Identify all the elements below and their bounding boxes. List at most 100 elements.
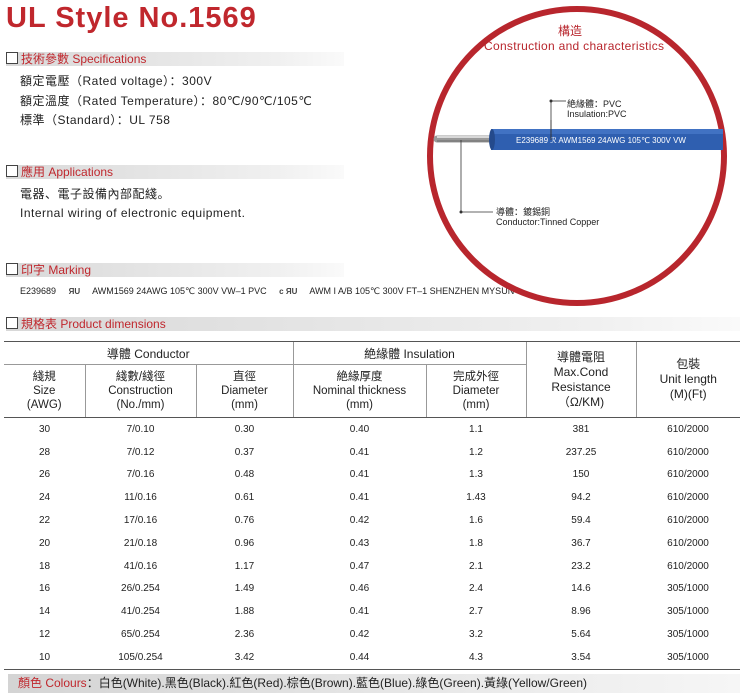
table-cell: 41/0.254 xyxy=(121,606,160,618)
table-cell: 0.76 xyxy=(234,515,255,527)
colours-row: 顏色 Colours：白色(White).黑色(Black).紅色(Red).棕… xyxy=(8,674,740,693)
section-title-dimensions: 規格表 Product dimensions xyxy=(21,317,166,331)
marking-text: E239689 ЯU AWM1569 24AWG 105℃ 300V VW–1 … xyxy=(20,286,514,297)
table-row: 14 41/0.254 1.88 0.41 2.7 8.96 305/1000 xyxy=(4,600,740,623)
spec-voltage: 額定電壓（Rated voltage）：300V xyxy=(20,74,213,88)
insulation-leader xyxy=(549,99,566,140)
table-cell: 237.25 xyxy=(565,446,597,458)
insulation-label-cn: 絶緣體：PVC xyxy=(567,99,622,109)
table-cell: 305/1000 xyxy=(636,645,740,670)
table-cell: 305/1000 xyxy=(667,583,709,595)
table-cell: 1.17 xyxy=(234,560,255,572)
table-cell: 10 xyxy=(4,645,85,670)
table-cell: 0.40 xyxy=(349,423,370,435)
table-cell: 0.41 xyxy=(349,606,370,618)
table-cell: 4.3 xyxy=(426,645,526,670)
table-cell: 14 xyxy=(38,606,51,618)
table-cell: 0.30 xyxy=(234,423,255,435)
table-cell: 0.48 xyxy=(234,469,255,481)
table-cell: 305/1000 xyxy=(667,629,709,641)
header-diameter: 直徑 Diameter (mm) xyxy=(195,364,293,418)
conductor-label-cn: 導體：鍍錫銅 xyxy=(496,207,551,217)
table-row: 20 21/0.18 0.96 0.43 1.8 36.7 610/2000 xyxy=(4,532,740,555)
table-cell: 3.54 xyxy=(526,645,636,670)
applications-cn: 電器、電子設備內部配綫。 xyxy=(20,187,171,201)
table-cell: 0.46 xyxy=(349,583,370,595)
table-cell: 7/0.12 xyxy=(126,446,155,458)
section-checkbox-icon xyxy=(6,263,18,275)
table-cell: 0.42 xyxy=(349,515,370,527)
table-cell: 5.64 xyxy=(571,629,591,641)
table-cell: 610/2000 xyxy=(667,423,709,435)
section-checkbox-icon xyxy=(6,165,18,177)
table-cell: 26 xyxy=(38,469,51,481)
table-row: 30 7/0.10 0.30 0.40 1.1 381 610/2000 xyxy=(4,418,740,441)
marking-part2: AWM1569 24AWG 105℃ 300V VW–1 PVC xyxy=(92,286,267,296)
header-construction: 綫數/綫徑 Construction (No./mm) xyxy=(84,364,196,418)
table-cell: 2.4 xyxy=(469,583,483,595)
table-cell: 3.2 xyxy=(469,629,483,641)
table-cell: 30 xyxy=(38,423,51,435)
spec-standard: 標準（Standard）：UL 758 xyxy=(20,113,171,127)
spec-temperature: 額定溫度（Rated Temperature）：80℃/90℃/105℃ xyxy=(20,94,313,108)
table-cell: 610/2000 xyxy=(667,560,709,572)
table-cell: 610/2000 xyxy=(667,537,709,549)
table-cell: 22 xyxy=(38,515,51,527)
header-unit-length: 包裝 Unit length (M)(Ft) xyxy=(635,341,740,418)
insulation-label-en: Insulation:PVC xyxy=(567,109,627,119)
table-cell: 1.1 xyxy=(469,423,483,435)
section-title-marking: 印字 Marking xyxy=(21,263,92,277)
table-cell: 1.6 xyxy=(469,515,483,527)
table-row: 10 105/0.254 3.42 0.44 4.3 3.54 305/1000 xyxy=(4,645,740,670)
table-cell: 26/0.254 xyxy=(121,583,160,595)
table-cell: 0.47 xyxy=(349,560,370,572)
table-cell: 14.6 xyxy=(571,583,591,595)
table-cell: 1.8 xyxy=(469,537,483,549)
table-cell: 3.42 xyxy=(196,645,293,670)
figure-title-en: Construction and characteristics xyxy=(484,39,665,53)
table-cell: 610/2000 xyxy=(667,446,709,458)
table-cell: 0.37 xyxy=(234,446,255,458)
table-cell: 610/2000 xyxy=(667,469,709,481)
colours-value: ：白色(White).黑色(Black).紅色(Red).棕色(Brown).藍… xyxy=(86,676,587,690)
table-cell: 21/0.18 xyxy=(123,537,158,549)
header-outer-diameter: 完成外徑 Diameter (mm) xyxy=(425,364,526,418)
colours-label: 顏色 Colours xyxy=(18,676,87,690)
table-cell: 0.44 xyxy=(293,645,426,670)
section-title-specifications: 技術參數 Specifications xyxy=(21,52,147,66)
table-row: 24 11/0.16 0.61 0.41 1.43 94.2 610/2000 xyxy=(4,486,740,509)
section-checkbox-icon xyxy=(6,317,18,329)
table-cell: 2.7 xyxy=(469,606,483,618)
section-checkbox-icon xyxy=(6,52,18,64)
table-cell: 305/1000 xyxy=(667,606,709,618)
table-cell: 0.41 xyxy=(349,492,370,504)
table-cell: 17/0.16 xyxy=(123,515,158,527)
marking-part3: AWM I A/B 105℃ 300V FT–1 SHENZHEN MYSUN xyxy=(309,286,515,296)
table-cell: 94.2 xyxy=(571,492,591,504)
group-header-conductor: 導體 Conductor xyxy=(4,341,293,365)
table-row: 22 17/0.16 0.76 0.42 1.6 59.4 610/2000 xyxy=(4,509,740,532)
table-cell: 1.49 xyxy=(234,583,255,595)
table-body: 30 7/0.10 0.30 0.40 1.1 381 610/2000 28 7/0.12 0.… xyxy=(4,418,740,670)
header-resistance: 導體電阻 Max.Cond Resistance （Ω/KM) xyxy=(525,341,636,418)
table-row: 12 65/0.254 2.36 0.42 3.2 5.64 305/1000 xyxy=(4,623,740,646)
cul-logo-icon: c ЯU xyxy=(279,287,298,296)
table-cell: 28 xyxy=(38,446,51,458)
cable-print-text: E239689 ℛ AWM1569 24AWG 105℃ 300V VW xyxy=(516,136,686,145)
table-cell: 0.61 xyxy=(234,492,255,504)
table-cell: 0.96 xyxy=(234,537,255,549)
table-cell: 1.2 xyxy=(469,446,483,458)
table-cell: 0.42 xyxy=(349,629,370,641)
table-cell: 65/0.254 xyxy=(121,629,160,641)
table-cell: 16 xyxy=(38,583,51,595)
table-cell: 23.2 xyxy=(571,560,591,572)
table-cell: 18 xyxy=(38,560,51,572)
ul-logo-icon: ЯU xyxy=(68,287,81,296)
conductor-strands xyxy=(433,135,497,143)
table-cell: 1.88 xyxy=(234,606,255,618)
table-cell: 2.36 xyxy=(234,629,255,641)
conductor-label-en: Conductor:Tinned Copper xyxy=(496,217,600,227)
header-thickness: 絶緣厚度 Nominal thickness (mm) xyxy=(292,364,426,418)
table-row: 18 41/0.16 1.17 0.47 2.1 23.2 610/2000 xyxy=(4,555,740,578)
group-header-insulation: 絶緣體 Insulation xyxy=(292,341,526,365)
